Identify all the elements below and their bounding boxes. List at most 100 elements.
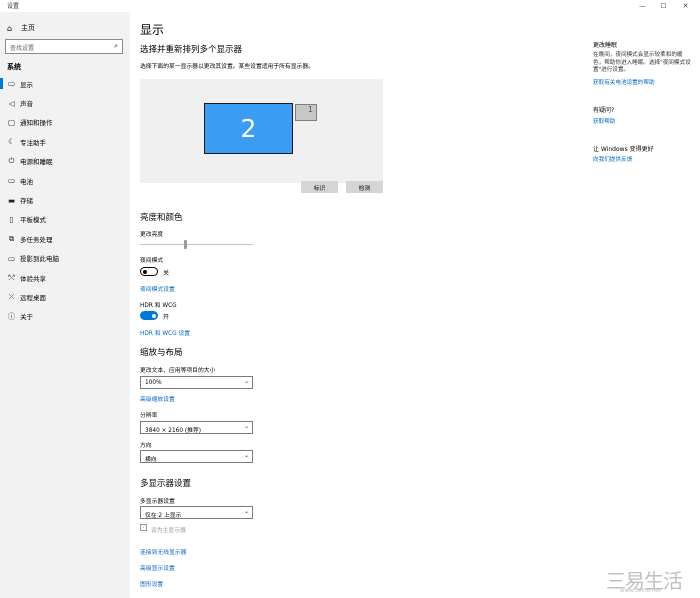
main-display-checkbox[interactable]: ✓ xyxy=(140,524,147,531)
night-mode-state: 关 xyxy=(163,270,170,277)
search-input[interactable]: 查找设置 ⌕ xyxy=(5,39,123,54)
remote-icon: ⤬ xyxy=(8,291,15,301)
sidebar-item-label: 投影到此电脑 xyxy=(20,255,59,264)
sidebar-item-6[interactable]: ▬ 存储 xyxy=(0,190,130,209)
night-mode-toggle[interactable] xyxy=(140,267,158,276)
sidebar-item-9[interactable]: ▭ 投影到此电脑 xyxy=(0,249,130,268)
improve-windows-heading: 让 Windows 变得更好 xyxy=(593,146,654,153)
sidebar-item-label: 电源和睡眠 xyxy=(20,158,53,167)
maximize-button[interactable]: ☐ xyxy=(655,0,672,11)
question-heading: 有疑问? xyxy=(593,107,615,114)
resolution-dropdown[interactable]: 3840 × 2160 (推荐) ⌄ xyxy=(140,421,253,434)
resolution-label: 分辨率 xyxy=(140,413,158,419)
sidebar-item-5[interactable]: ▭ 电池 xyxy=(0,171,130,190)
detect-button[interactable]: 检测 xyxy=(346,181,383,193)
multi-display-value: 仅在 2 上显示 xyxy=(145,513,182,519)
scale-dropdown[interactable]: 100% ⌄ xyxy=(140,376,253,389)
orientation-value: 横向 xyxy=(145,457,157,463)
search-icon[interactable]: ⌕ xyxy=(114,42,118,51)
share-icon: ⤲ xyxy=(8,272,15,282)
display-arrangement-area[interactable]: 2 1 xyxy=(140,79,383,183)
main-display-label: 设为主显示器 xyxy=(151,528,186,534)
graphics-settings-link[interactable]: 图形设置 xyxy=(140,579,163,588)
orientation-dropdown[interactable]: 横向 ⌄ xyxy=(140,450,253,463)
arrange-heading: 选择并重新排列多个显示器 xyxy=(140,45,243,55)
notification-icon: ▢ xyxy=(7,117,16,127)
tablet-icon: ▯ xyxy=(9,214,14,224)
sidebar: ⌂ 主页 查找设置 ⌕ 系统 ▭ 显示 ◁ 声音 ▢ 通知和操作 ☾ 专注助手 ⏻ 电源和睡眠 ▭ 电… xyxy=(0,12,130,598)
close-button[interactable]: ✕ xyxy=(677,0,694,11)
minimize-button[interactable]: — xyxy=(634,0,651,11)
brightness-slider[interactable] xyxy=(140,244,253,245)
sidebar-item-11[interactable]: ⤬ 远程桌面 xyxy=(0,287,130,306)
advanced-display-link[interactable]: 高级显示设置 xyxy=(140,563,175,572)
toggle-knob xyxy=(152,313,156,318)
sidebar-item-label: 平板模式 xyxy=(20,216,46,225)
identify-button[interactable]: 标识 xyxy=(301,181,338,193)
sidebar-item-label: 专注助手 xyxy=(20,138,46,147)
sidebar-item-7[interactable]: ▯ 平板模式 xyxy=(0,210,130,229)
sidebar-item-label: 关于 xyxy=(20,313,33,322)
sidebar-item-0[interactable]: ▭ 显示 xyxy=(0,74,130,93)
sidebar-item-label: 声音 xyxy=(20,100,33,109)
chevron-down-icon: ⌄ xyxy=(243,423,249,430)
brightness-label: 更改亮度 xyxy=(140,232,164,238)
chevron-down-icon: ⌄ xyxy=(243,452,249,459)
night-mode-label: 夜间模式 xyxy=(140,258,164,264)
watermark-url: www.3elife.net xyxy=(620,588,661,594)
scale-value: 100% xyxy=(145,380,162,386)
multitask-icon: ⧉ xyxy=(8,233,15,243)
display-icon: ▭ xyxy=(7,79,16,89)
scale-label: 更改文本、应用等项目的大小 xyxy=(140,368,216,374)
monitor-1-tile[interactable]: 1 xyxy=(295,104,317,121)
toggle-knob xyxy=(143,269,147,274)
chevron-down-icon: ⌄ xyxy=(243,508,249,515)
sidebar-section-label: 系统 xyxy=(7,63,21,71)
hdr-state: 开 xyxy=(163,314,170,321)
sidebar-nav: ▭ 显示 ◁ 声音 ▢ 通知和操作 ☾ 专注助手 ⏻ 电源和睡眠 ▭ 电池 ▬ 存储 ▯ 平板模式 ⧉ 多任务处理… xyxy=(0,74,130,326)
multi-display-heading: 多显示器设置 xyxy=(140,479,192,489)
project-icon: ▭ xyxy=(7,253,16,263)
multi-display-dropdown[interactable]: 仅在 2 上显示 ⌄ xyxy=(140,506,253,519)
speaker-icon: ◁ xyxy=(8,98,15,108)
sidebar-item-4[interactable]: ⏻ 电源和睡眠 xyxy=(0,152,130,171)
storage-icon: ▬ xyxy=(7,195,16,205)
advanced-scaling-link[interactable]: 高级缩放设置 xyxy=(140,394,175,403)
wireless-display-link[interactable]: 连接到无线显示器 xyxy=(140,547,186,556)
sidebar-item-2[interactable]: ▢ 通知和操作 xyxy=(0,113,130,132)
scale-heading: 缩放与布局 xyxy=(140,348,183,358)
arrange-description: 选择下面的某一显示器以更改其设置。某些设置适用于所有显示器。 xyxy=(140,64,314,70)
home-label: 主页 xyxy=(21,24,35,32)
resolution-value: 3840 × 2160 (推荐) xyxy=(145,428,202,434)
sidebar-item-1[interactable]: ◁ 声音 xyxy=(0,93,130,112)
info-icon: ⓘ xyxy=(7,311,16,321)
feedback-link[interactable]: 向我们提供反馈 xyxy=(593,155,632,163)
window-title: 设置 xyxy=(7,3,20,10)
brightness-heading: 亮度和颜色 xyxy=(140,213,183,223)
battery-help-link[interactable]: 获取有关电池设置的帮助 xyxy=(593,78,655,86)
power-icon: ⏻ xyxy=(8,156,15,166)
monitor-2-tile[interactable]: 2 xyxy=(204,103,293,154)
sidebar-item-label: 体验共享 xyxy=(20,274,46,283)
brightness-slider-thumb[interactable] xyxy=(184,240,187,249)
night-mode-settings-link[interactable]: 夜间模式设置 xyxy=(140,284,175,293)
sidebar-item-12[interactable]: ⓘ 关于 xyxy=(0,307,130,326)
hdr-toggle[interactable] xyxy=(140,311,158,320)
sidebar-item-8[interactable]: ⧉ 多任务处理 xyxy=(0,229,130,248)
hdr-settings-link[interactable]: HDR 和 WCG 设置 xyxy=(140,328,190,337)
title-bar: 设置 — ☐ ✕ xyxy=(0,0,700,12)
sleep-heading: 更改睡眠 xyxy=(593,42,618,49)
chevron-down-icon: ⌄ xyxy=(243,378,249,385)
search-placeholder: 查找设置 xyxy=(10,45,35,52)
home-nav[interactable]: ⌂ 主页 xyxy=(7,23,35,33)
get-help-link[interactable]: 获取帮助 xyxy=(593,117,615,125)
sidebar-item-label: 通知和操作 xyxy=(20,119,53,128)
sidebar-item-label: 远程桌面 xyxy=(20,293,46,302)
page-title: 显示 xyxy=(140,23,165,37)
orientation-label: 方向 xyxy=(140,443,152,449)
main-content: 显示 选择并重新排列多个显示器 选择下面的某一显示器以更改其设置。某些设置适用于… xyxy=(130,12,560,598)
sidebar-item-10[interactable]: ⤲ 体验共享 xyxy=(0,268,130,287)
moon-icon: ☾ xyxy=(8,137,15,147)
sidebar-item-label: 存储 xyxy=(20,197,33,206)
sidebar-item-3[interactable]: ☾ 专注助手 xyxy=(0,132,130,151)
